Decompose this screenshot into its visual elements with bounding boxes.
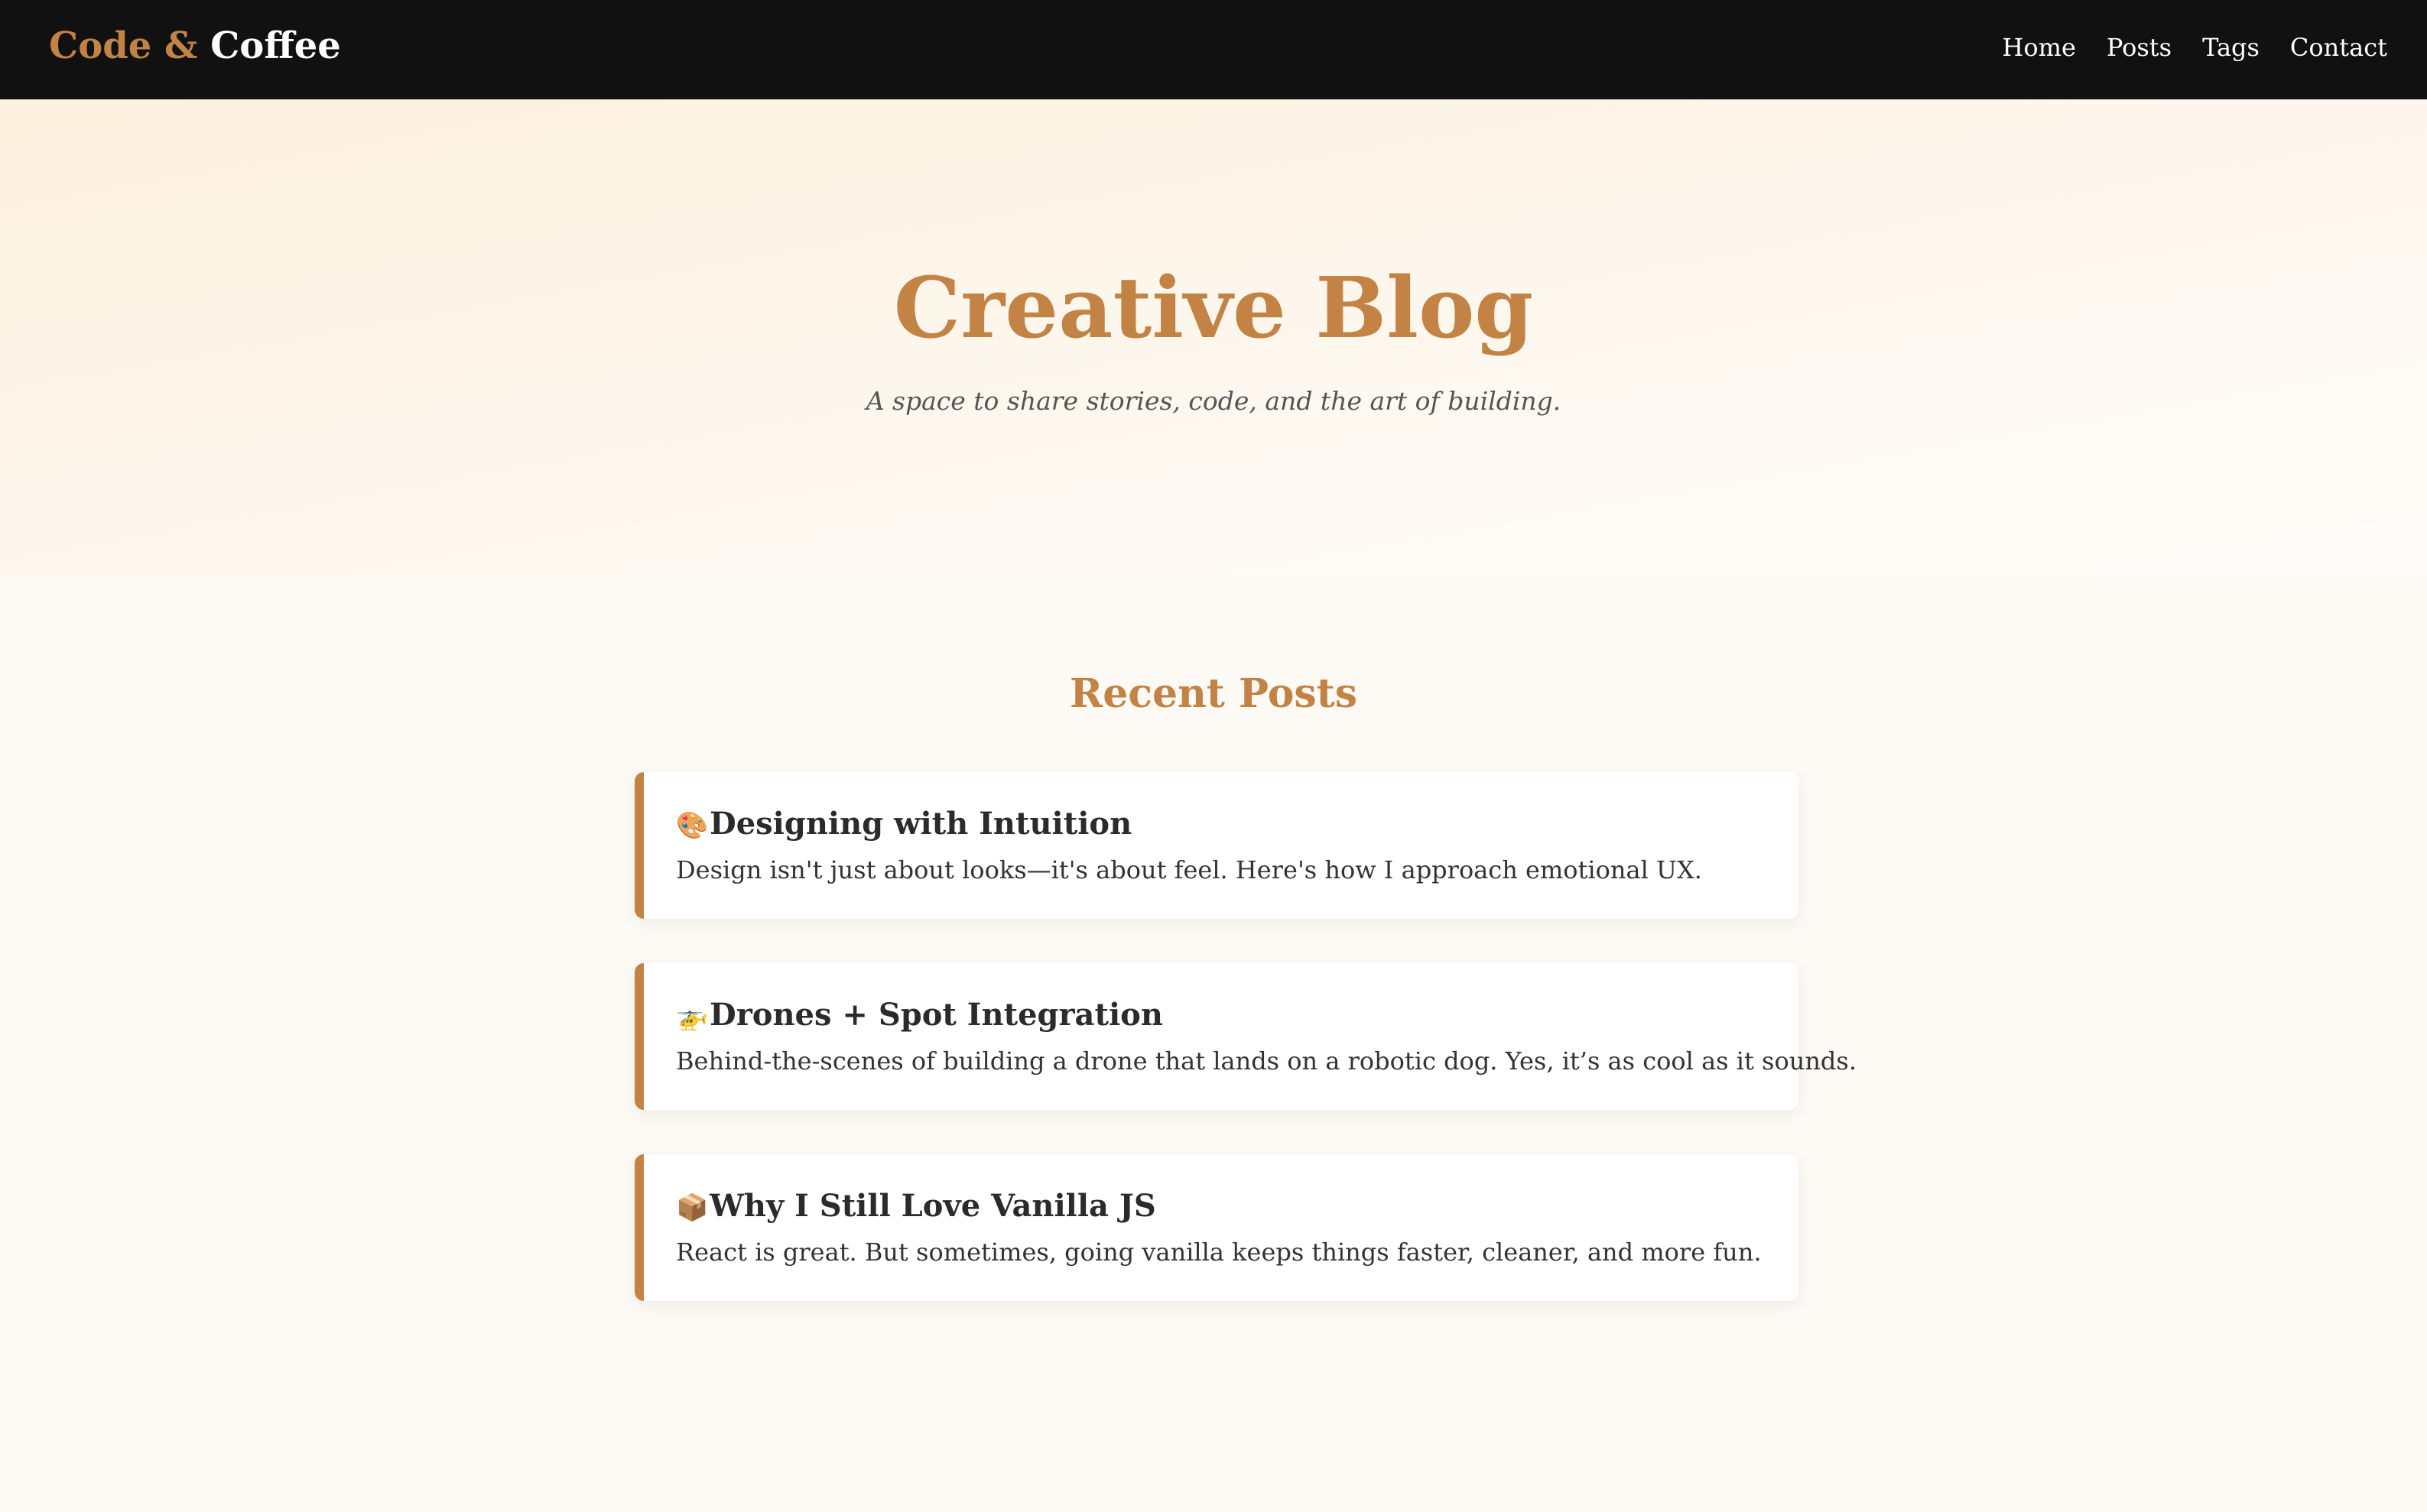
logo-coffee-text: Coffee (210, 24, 341, 67)
helicopter-icon: 🚁 (676, 1001, 709, 1032)
hero-title: Creative Blog (893, 258, 1534, 357)
nav-home-link[interactable]: Home (2002, 26, 2075, 69)
main-nav: Home Posts Tags Contact (2002, 26, 2387, 69)
nav-tags-link[interactable]: Tags (2202, 26, 2260, 69)
post-title[interactable]: 🚁Drones + Spot Integration (676, 994, 1163, 1037)
nav-posts-link[interactable]: Posts (2107, 26, 2172, 69)
post-card-drones-spot-integration[interactable]: 🚁Drones + Spot Integration Behind-the-sc… (635, 963, 1857, 1110)
palette-icon: 🎨 (676, 810, 709, 841)
post-title-text: Drones + Spot Integration (710, 997, 1163, 1033)
logo-code-text: Code & (49, 24, 198, 67)
post-title-text: Why I Still Love Vanilla JS (710, 1188, 1156, 1224)
post-title[interactable]: 🎨Designing with Intuition (676, 803, 1132, 845)
hero-subtitle: A space to share stories, code, and the … (866, 386, 1561, 416)
recent-posts-heading: Recent Posts (1070, 670, 1357, 717)
post-list: 🎨Designing with Intuition Design isn't j… (635, 772, 1857, 1345)
post-title-text: Designing with Intuition (710, 806, 1132, 842)
post-excerpt: Behind-the-scenes of building a drone th… (676, 1046, 1857, 1076)
post-excerpt: Design isn't just about looks—it's about… (676, 855, 1702, 884)
post-card-vanilla-js[interactable]: 📦Why I Still Love Vanilla JS React is gr… (635, 1154, 1798, 1301)
nav-contact-link[interactable]: Contact (2290, 26, 2387, 69)
post-card-designing-with-intuition[interactable]: 🎨Designing with Intuition Design isn't j… (635, 772, 1798, 919)
post-excerpt: React is great. But sometimes, going van… (676, 1238, 1762, 1267)
package-icon: 📦 (676, 1192, 709, 1223)
site-logo[interactable]: Code & Coffee (49, 21, 341, 70)
post-title[interactable]: 📦Why I Still Love Vanilla JS (676, 1185, 1156, 1228)
top-navbar: Code & Coffee Home Posts Tags Contact (0, 0, 2427, 99)
